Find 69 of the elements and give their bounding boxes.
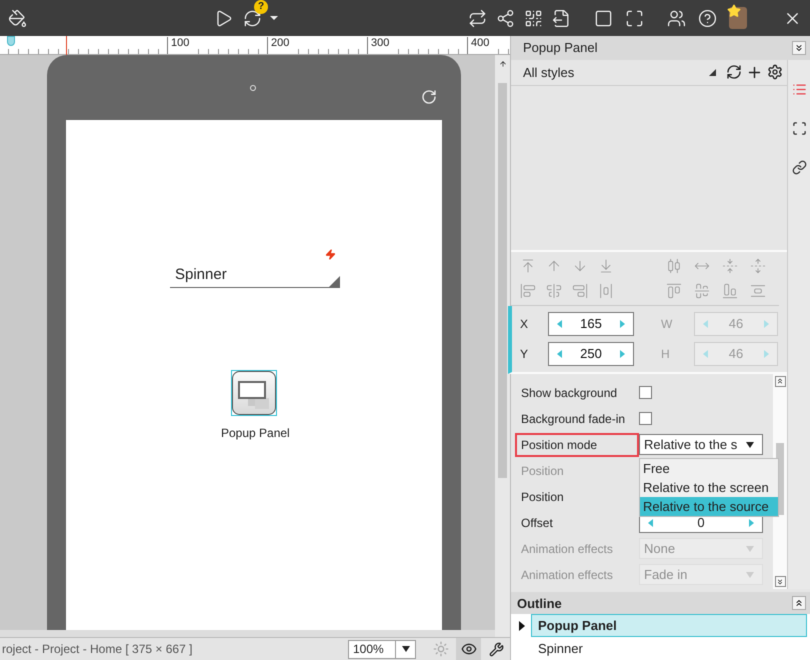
field-label: H — [661, 346, 671, 361]
brightness-icon — [432, 641, 448, 657]
number-field[interactable]: 250 — [548, 342, 634, 366]
property-label: Position mode — [515, 432, 639, 457]
wrench-icon — [489, 642, 504, 656]
zoom-select[interactable]: 100% — [348, 640, 416, 658]
square-icon[interactable] — [594, 8, 613, 28]
property-label: Animation effects — [520, 540, 614, 558]
ruler-marker-icon[interactable] — [7, 36, 15, 46]
swap-icon[interactable] — [468, 8, 487, 28]
share-icon[interactable] — [496, 8, 515, 28]
users-icon[interactable] — [667, 8, 686, 28]
link-icon[interactable] — [792, 160, 806, 175]
eye-icon — [460, 641, 476, 657]
chevrons-down-icon — [794, 42, 804, 53]
number-field[interactable]: 165 — [548, 312, 634, 336]
panel-title: Popup Panel — [523, 40, 598, 56]
ruler-label: 100 — [167, 37, 190, 54]
settings-icon[interactable] — [767, 64, 783, 80]
ruler-label: 200 — [267, 37, 290, 54]
preview-button[interactable] — [456, 638, 481, 660]
ruler-label: 300 — [367, 37, 390, 54]
list-icon[interactable] — [792, 82, 806, 97]
export-icon[interactable] — [552, 8, 571, 28]
property-label: Offset — [520, 514, 554, 532]
refresh-icon[interactable] — [726, 64, 742, 80]
sync-icon[interactable] — [243, 8, 262, 28]
field-label: Y — [520, 346, 530, 361]
help-icon[interactable] — [698, 8, 717, 28]
property-label: Position — [520, 488, 565, 506]
field-label: W — [661, 316, 674, 331]
lightning-icon — [325, 249, 336, 260]
outline-title: Outline — [517, 596, 563, 610]
scroll-down-icon[interactable] — [774, 576, 786, 587]
camera-icon — [250, 85, 256, 91]
rotate-icon[interactable] — [421, 89, 437, 105]
fullscreen-icon[interactable] — [625, 8, 644, 28]
spinner-widget[interactable]: Spinner — [170, 262, 340, 288]
status-path: roject - Project - Home [ 375 × 667 ] — [2, 642, 194, 656]
outline-item[interactable]: Popup Panel — [531, 614, 807, 637]
menu-option[interactable]: Relative to the screen — [640, 478, 778, 497]
collapse-button[interactable] — [792, 40, 806, 55]
property-label: Show background — [520, 384, 618, 402]
checkbox[interactable] — [639, 412, 652, 426]
scrollbar[interactable] — [0, 630, 495, 637]
help-badge: ? — [254, 0, 268, 14]
field-label: X — [520, 316, 530, 331]
chevrons-up-icon — [794, 598, 804, 608]
menu-option[interactable]: Relative to the source — [640, 496, 778, 516]
dropdown[interactable]: Relative to the s — [639, 434, 763, 456]
checkbox[interactable] — [639, 386, 652, 400]
property-label: Position — [520, 462, 565, 480]
outline-item[interactable]: Spinner — [531, 637, 807, 660]
widget-label: Popup Panel — [221, 426, 291, 440]
scroll-up-icon[interactable] — [774, 376, 786, 387]
menu-option[interactable]: Free — [640, 458, 778, 478]
collapse-button[interactable] — [792, 596, 806, 610]
ruler-label: 400 — [467, 37, 490, 54]
style-select[interactable]: All styles — [523, 64, 722, 80]
caret-icon[interactable] — [270, 16, 278, 20]
paint-bucket-icon[interactable] — [8, 8, 27, 28]
scrollbar[interactable] — [495, 55, 510, 637]
scan-icon[interactable] — [792, 120, 806, 136]
popup-panel-widget[interactable] — [231, 370, 277, 416]
qr-code-icon[interactable] — [524, 8, 543, 28]
property-label: Background fade-in — [520, 410, 626, 428]
avatar-icon[interactable] — [729, 7, 747, 29]
property-label: Animation effects — [520, 566, 614, 584]
expand-arrow-icon[interactable] — [519, 620, 525, 630]
